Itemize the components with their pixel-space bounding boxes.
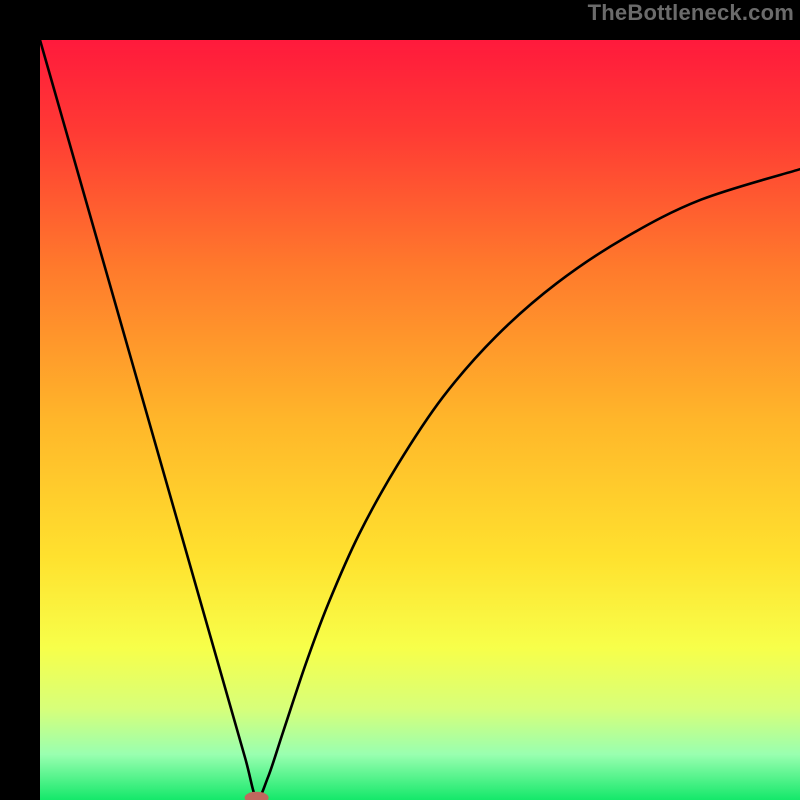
bottleneck-chart [40, 40, 800, 800]
watermark-text: TheBottleneck.com [588, 0, 794, 26]
chart-frame [20, 20, 780, 780]
gradient-background [40, 40, 800, 800]
